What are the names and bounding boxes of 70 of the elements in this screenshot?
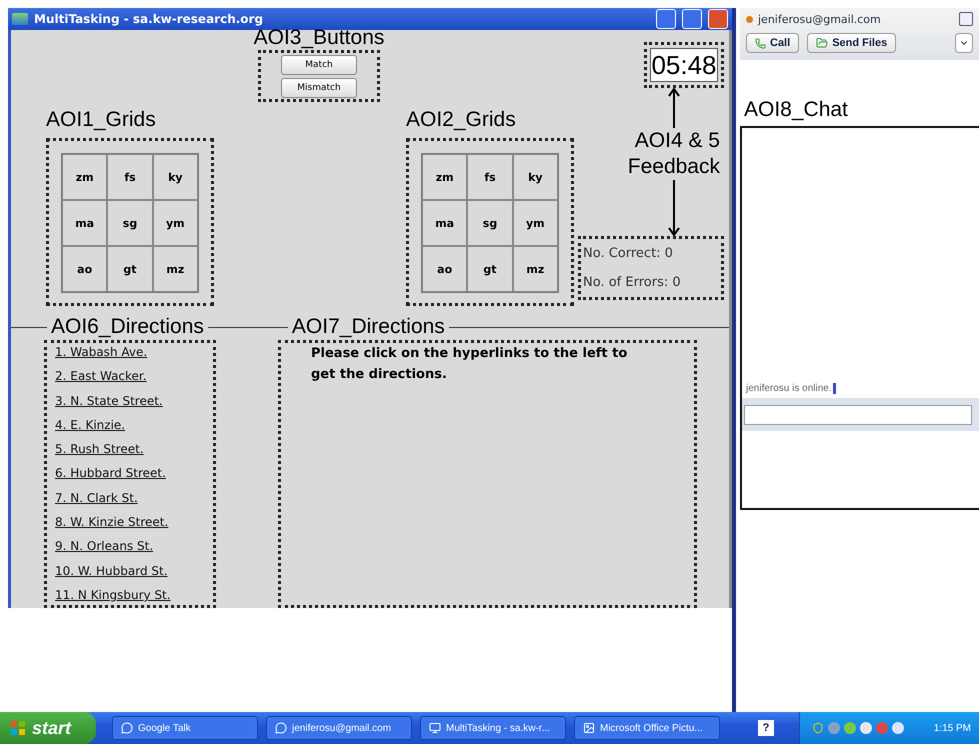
- speech-bubble-icon: [121, 722, 133, 734]
- grid-cell: ma: [422, 200, 468, 246]
- grid-cell: ma: [62, 200, 108, 246]
- clock: 1:15 PM: [934, 722, 971, 734]
- direction-link[interactable]: 5. Rush Street.: [55, 440, 205, 460]
- chat-title: jeniferosu@gmail.com: [758, 12, 882, 26]
- annotation-label: AOI3_Buttons: [254, 26, 384, 50]
- grid-cell: gt: [107, 246, 153, 292]
- grid-cell: ym: [512, 200, 558, 246]
- up-arrow: [668, 88, 680, 128]
- tray-icon[interactable]: [892, 722, 904, 734]
- message-input[interactable]: [744, 404, 972, 424]
- window-title: MultiTasking - sa.kw-research.org: [34, 12, 264, 26]
- direction-link[interactable]: 6. Hubbard Street.: [55, 464, 205, 484]
- grid-cell: gt: [467, 246, 513, 292]
- grid-cell: ao: [422, 246, 468, 292]
- error-count: No. of Errors: 0: [583, 275, 682, 290]
- call-button[interactable]: Call: [746, 33, 800, 53]
- annotation-label: AOI6_Directions: [50, 315, 205, 340]
- down-arrow: [668, 180, 680, 236]
- mismatch-button[interactable]: Mismatch: [281, 78, 357, 98]
- annotation-label: AOI8_Chat: [744, 98, 849, 122]
- app-icon: [12, 13, 28, 25]
- taskbar-button[interactable]: jeniferosu@gmail.com: [266, 716, 412, 740]
- tray-icon[interactable]: [860, 722, 872, 734]
- direction-link[interactable]: 9. N. Orleans St.: [55, 537, 205, 556]
- taskbar-button[interactable]: Google Talk: [112, 716, 258, 740]
- annotation-label: AOI7_Directions: [290, 315, 446, 340]
- image-icon: [583, 722, 595, 734]
- grid-cell: ym: [152, 200, 198, 246]
- folder-icon: [816, 37, 828, 49]
- send-files-button[interactable]: Send Files: [807, 33, 896, 53]
- grid-cell: zm: [422, 154, 468, 200]
- correct-count: No. Correct: 0: [583, 246, 674, 261]
- taskbar-button[interactable]: Microsoft Office Pictu...: [574, 716, 720, 740]
- direction-link[interactable]: 1. Wabash Ave.: [55, 343, 205, 362]
- annotation-label: AOI4 & 5 Feedback: [626, 128, 720, 180]
- direction-link[interactable]: 3. N. State Street.: [55, 392, 205, 411]
- speech-bubble-icon: [275, 722, 287, 734]
- status-dot: [746, 16, 753, 22]
- direction-link[interactable]: 8. W. Kinzie Street.: [55, 513, 205, 532]
- direction-link[interactable]: 7. N. Clark St.: [55, 488, 205, 508]
- direction-link[interactable]: 11. N Kingsbury St.: [55, 586, 205, 605]
- direction-link[interactable]: 2. East Wacker.: [55, 367, 205, 386]
- grid-cell: ao: [62, 246, 108, 292]
- instruction-text: Please click on the hyperlinks to the left to get the directions.: [311, 345, 628, 384]
- windows-flag-icon: [10, 720, 26, 736]
- monitor-icon: [429, 722, 441, 734]
- grid-cell: fs: [107, 154, 153, 200]
- chat-message: jeniferosu is online.: [746, 383, 975, 394]
- timer: 05:48: [650, 48, 718, 82]
- dropdown-button[interactable]: [955, 33, 973, 53]
- grid-cell: mz: [152, 246, 198, 292]
- taskbar-button[interactable]: MultiTasking - sa.kw-r...: [420, 716, 566, 740]
- grid-cell: sg: [107, 200, 153, 246]
- direction-link[interactable]: 4. E. Kinzie.: [55, 416, 205, 435]
- match-button[interactable]: Match: [281, 54, 357, 74]
- grid-cell: zm: [62, 154, 108, 200]
- grid-cell: fs: [467, 154, 513, 200]
- direction-link[interactable]: 10. W. Hubbard St.: [55, 562, 205, 581]
- annotation-label: AOI2_Grids: [406, 108, 517, 132]
- grid-cell: sg: [467, 200, 513, 246]
- help-button[interactable]: ?: [758, 720, 774, 736]
- grid-cell: ky: [512, 154, 558, 200]
- shield-icon[interactable]: [812, 722, 824, 734]
- phone-icon: [755, 38, 766, 48]
- grid-cell: mz: [512, 246, 558, 292]
- tray-icon[interactable]: [844, 722, 856, 734]
- grid-cell: ky: [152, 154, 198, 200]
- annotation-label: AOI1_Grids: [46, 108, 157, 132]
